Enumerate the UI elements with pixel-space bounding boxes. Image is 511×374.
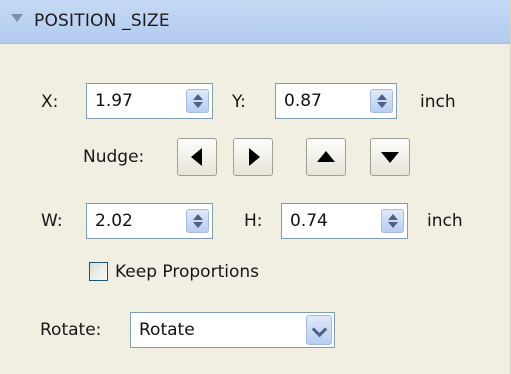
nudge-label: Nudge: — [83, 147, 145, 167]
nudge-down-button[interactable] — [370, 138, 410, 176]
h-spinner[interactable] — [381, 209, 404, 233]
rotate-label: Rotate: — [40, 320, 102, 340]
h-input[interactable]: 0.74 — [281, 203, 408, 239]
spin-down-icon[interactable] — [377, 102, 387, 108]
panel-header[interactable]: POSITION _SIZE — [0, 0, 510, 44]
w-label: W: — [41, 211, 63, 231]
chevron-down-icon — [311, 321, 328, 338]
nudge-up-button[interactable] — [306, 138, 346, 176]
spin-up-icon[interactable] — [377, 94, 387, 100]
nudge-right-button[interactable] — [233, 138, 273, 176]
spin-up-icon[interactable] — [388, 214, 398, 220]
spin-down-icon[interactable] — [388, 222, 398, 228]
spin-down-icon[interactable] — [193, 222, 203, 228]
w-input[interactable]: 2.02 — [86, 203, 213, 239]
keep-proportions-checkbox[interactable] — [89, 262, 108, 281]
position-size-panel: POSITION _SIZE X: 1.97 Y: 0.87 inch Nudg… — [0, 0, 511, 374]
collapse-triangle-icon[interactable] — [11, 14, 23, 22]
x-label: X: — [41, 92, 59, 112]
spin-up-icon[interactable] — [193, 214, 203, 220]
y-spinner[interactable] — [370, 89, 393, 113]
spin-down-icon[interactable] — [193, 102, 203, 108]
position-unit-label: inch — [420, 92, 456, 112]
nudge-left-button[interactable] — [177, 138, 217, 176]
rotate-dropdown-button[interactable] — [306, 315, 332, 345]
down-arrow-icon — [381, 152, 399, 163]
x-spinner[interactable] — [186, 89, 209, 113]
keep-proportions-label[interactable]: Keep Proportions — [115, 262, 259, 282]
size-unit-label: inch — [427, 211, 463, 231]
right-arrow-icon — [249, 148, 260, 166]
w-value: 2.02 — [95, 211, 133, 231]
h-label: H: — [244, 211, 263, 231]
x-input[interactable]: 1.97 — [86, 83, 213, 119]
left-arrow-icon — [191, 148, 202, 166]
up-arrow-icon — [317, 151, 335, 162]
y-value: 0.87 — [284, 91, 322, 111]
y-input[interactable]: 0.87 — [275, 83, 397, 119]
x-value: 1.97 — [95, 91, 133, 111]
spin-up-icon[interactable] — [193, 94, 203, 100]
h-value: 0.74 — [290, 211, 328, 231]
panel-title: POSITION _SIZE — [34, 11, 170, 31]
rotate-select[interactable]: Rotate — [130, 312, 335, 348]
w-spinner[interactable] — [186, 209, 209, 233]
rotate-selected-value: Rotate — [139, 320, 195, 340]
y-label: Y: — [232, 92, 246, 112]
